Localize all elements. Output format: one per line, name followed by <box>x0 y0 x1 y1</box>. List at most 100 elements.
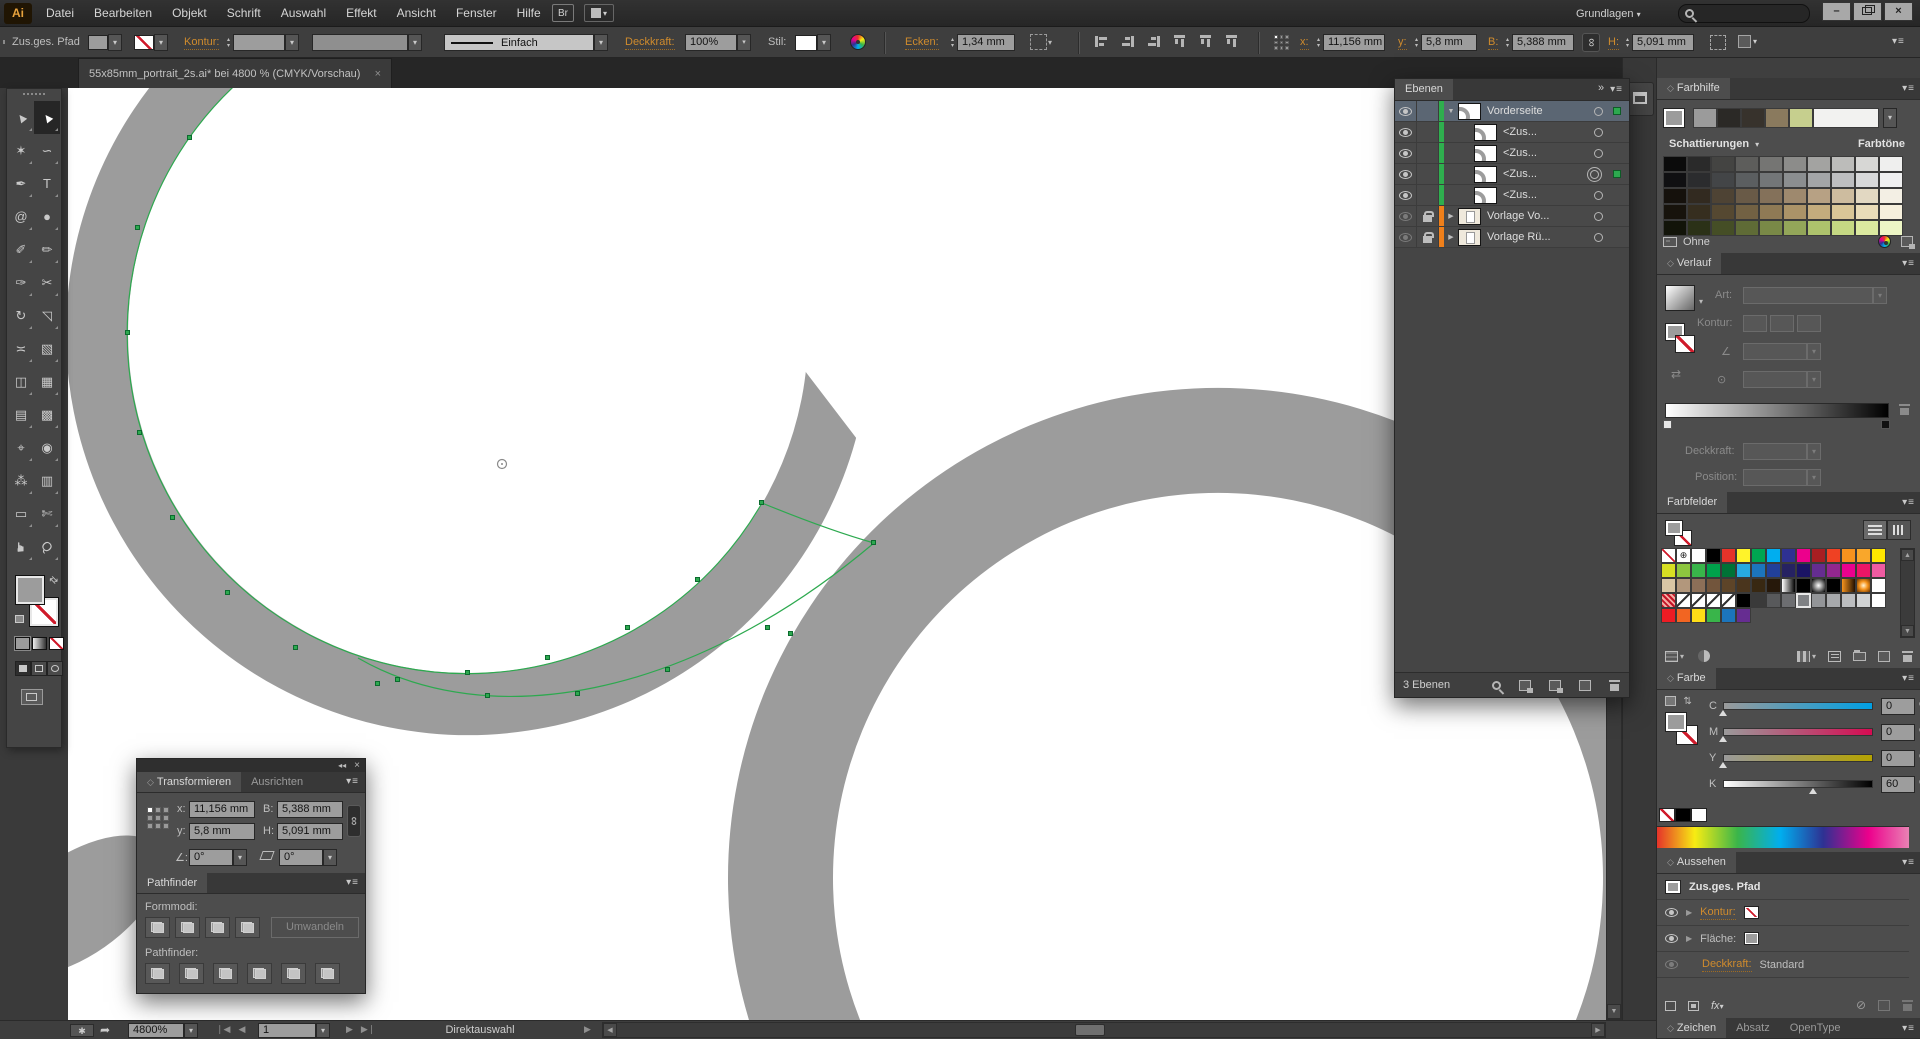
pencil-tool[interactable]: ✏ <box>34 233 60 266</box>
swatch[interactable] <box>1663 220 1687 236</box>
swatch[interactable] <box>1855 188 1879 204</box>
swatches-scrollbar[interactable]: ▲ ▼ <box>1900 548 1915 638</box>
swatch[interactable] <box>1691 578 1706 593</box>
stop-position-dropdown[interactable] <box>1743 469 1821 486</box>
anchor-point[interactable] <box>375 681 380 686</box>
last-artboard-icon[interactable]: ▶❘ <box>361 1024 375 1035</box>
swatch[interactable] <box>1706 548 1721 563</box>
transform-y-field[interactable]: 5,8 mm <box>189 823 255 840</box>
gradient-angle-dropdown[interactable] <box>1743 343 1821 360</box>
align-left-icon[interactable] <box>1095 36 1108 47</box>
tab-aussehen[interactable]: ◇Aussehen <box>1657 852 1736 873</box>
tab-ausrichten[interactable]: Ausrichten <box>241 772 313 792</box>
lasso-tool[interactable]: ∽ <box>34 134 60 167</box>
search-input[interactable] <box>1678 4 1810 23</box>
swatch[interactable] <box>1717 108 1741 128</box>
anchor-point[interactable] <box>395 677 400 682</box>
swatch[interactable] <box>1781 593 1796 608</box>
recolor-artwork-icon[interactable] <box>850 34 866 50</box>
delete-layer-icon[interactable] <box>1609 679 1620 691</box>
swatch[interactable] <box>1711 188 1735 204</box>
color-themes-icon[interactable] <box>1698 650 1710 662</box>
spiral-tool[interactable]: @ <box>8 200 34 233</box>
style-dropdown[interactable] <box>795 34 831 51</box>
make-clipping-mask-icon[interactable] <box>1519 680 1531 691</box>
scroll-up-icon[interactable]: ▲ <box>1901 549 1914 561</box>
reverse-gradient-icon[interactable]: ⇄ <box>1671 367 1681 381</box>
swatch[interactable] <box>1781 548 1796 563</box>
slice-tool[interactable]: ✄ <box>34 497 60 530</box>
x-link[interactable]: x: <box>1300 36 1309 50</box>
swatch[interactable] <box>1841 548 1856 563</box>
swatch[interactable] <box>1711 156 1735 172</box>
menu-fenster[interactable]: Fenster <box>446 0 507 27</box>
zoom-level-dropdown[interactable]: 4800% <box>128 1023 198 1038</box>
swatch[interactable] <box>1796 548 1811 563</box>
swatch[interactable] <box>1856 563 1871 578</box>
swatch[interactable] <box>1676 578 1691 593</box>
first-artboard-icon[interactable]: ❘◀ <box>216 1024 230 1035</box>
document-tab[interactable]: 55x85mm_portrait_2s.ai* bei 4800 % (CMYK… <box>78 58 392 88</box>
tab-farbhilfe[interactable]: ◇Farbhilfe <box>1657 78 1730 99</box>
swatch[interactable] <box>1759 172 1783 188</box>
swatch[interactable] <box>1736 608 1751 623</box>
expand-icon[interactable]: ▶ <box>1444 233 1458 241</box>
pathfinder-crop-button[interactable] <box>247 963 272 984</box>
arrange-documents-button[interactable]: ▾ <box>584 4 614 22</box>
aspect-ratio-dropdown[interactable] <box>1743 371 1821 388</box>
stroke-gradient-along-button[interactable] <box>1770 315 1794 332</box>
transform-bounds-icon[interactable] <box>1710 35 1726 50</box>
swatch[interactable] <box>1706 593 1721 608</box>
swatch[interactable] <box>1831 204 1855 220</box>
swatch[interactable] <box>1811 563 1826 578</box>
swatch[interactable] <box>1711 172 1735 188</box>
swatch[interactable] <box>1759 156 1783 172</box>
swatch[interactable] <box>1796 578 1811 593</box>
settings-icon[interactable]: ✱ <box>70 1024 94 1037</box>
next-artboard-icon[interactable]: ▶ <box>346 1024 353 1035</box>
swatch[interactable] <box>1736 593 1751 608</box>
transform-x-field[interactable]: 11,156 mm <box>189 801 255 818</box>
eye-icon[interactable] <box>1399 128 1412 137</box>
chevron-down-icon[interactable] <box>1883 108 1897 128</box>
color-button[interactable] <box>15 637 30 650</box>
slider-thumb-m[interactable] <box>1719 736 1727 742</box>
tab-farbe[interactable]: ◇Farbe <box>1657 668 1716 689</box>
anchor-point[interactable] <box>187 135 192 140</box>
swatch[interactable] <box>1736 563 1751 578</box>
add-new-fill-icon[interactable] <box>1688 1001 1699 1011</box>
fill-gray-swatch[interactable] <box>1744 932 1759 945</box>
panel-grip[interactable] <box>3 40 5 44</box>
swatch[interactable] <box>1663 204 1687 220</box>
harmony-strip[interactable] <box>1693 108 1879 128</box>
fill-proxy[interactable] <box>1665 520 1683 536</box>
tab-ebenen[interactable]: Ebenen <box>1395 79 1453 100</box>
close-panel-icon[interactable]: × <box>354 760 360 771</box>
symbol-sprayer-tool[interactable]: ⁂ <box>8 464 34 497</box>
kontur-link[interactable]: Kontur: <box>184 36 219 50</box>
swatch[interactable] <box>1676 593 1691 608</box>
target-circle-icon[interactable] <box>1594 233 1603 242</box>
flyout-arrow-icon[interactable] <box>737 34 751 51</box>
h-link[interactable]: H: <box>1608 36 1619 50</box>
swatch[interactable] <box>1766 548 1781 563</box>
scroll-left-icon[interactable]: ◀ <box>603 1023 617 1037</box>
panel-menu-icon[interactable] <box>1902 78 1920 99</box>
y-field[interactable]: 5,8 mm <box>1412 34 1477 51</box>
restore-button[interactable] <box>1853 2 1882 21</box>
spectrum-bar[interactable] <box>1657 826 1909 848</box>
swatch[interactable] <box>1781 563 1796 578</box>
stroke-none-swatch[interactable] <box>1744 906 1759 919</box>
anchor-point[interactable] <box>170 515 175 520</box>
swatch[interactable] <box>1706 563 1721 578</box>
add-effect-icon[interactable]: fx▾ <box>1711 1000 1724 1012</box>
mesh-tool[interactable]: ▤ <box>8 398 34 431</box>
swatch[interactable] <box>1796 563 1811 578</box>
swatch[interactable] <box>1735 156 1759 172</box>
type-tool[interactable]: T <box>34 167 60 200</box>
eye-icon[interactable] <box>1399 107 1412 116</box>
slider-c[interactable] <box>1723 702 1873 710</box>
swatch[interactable] <box>1721 548 1736 563</box>
stroke-color-dropdown[interactable] <box>134 34 168 51</box>
artboard-tool[interactable]: ▭ <box>8 497 34 530</box>
